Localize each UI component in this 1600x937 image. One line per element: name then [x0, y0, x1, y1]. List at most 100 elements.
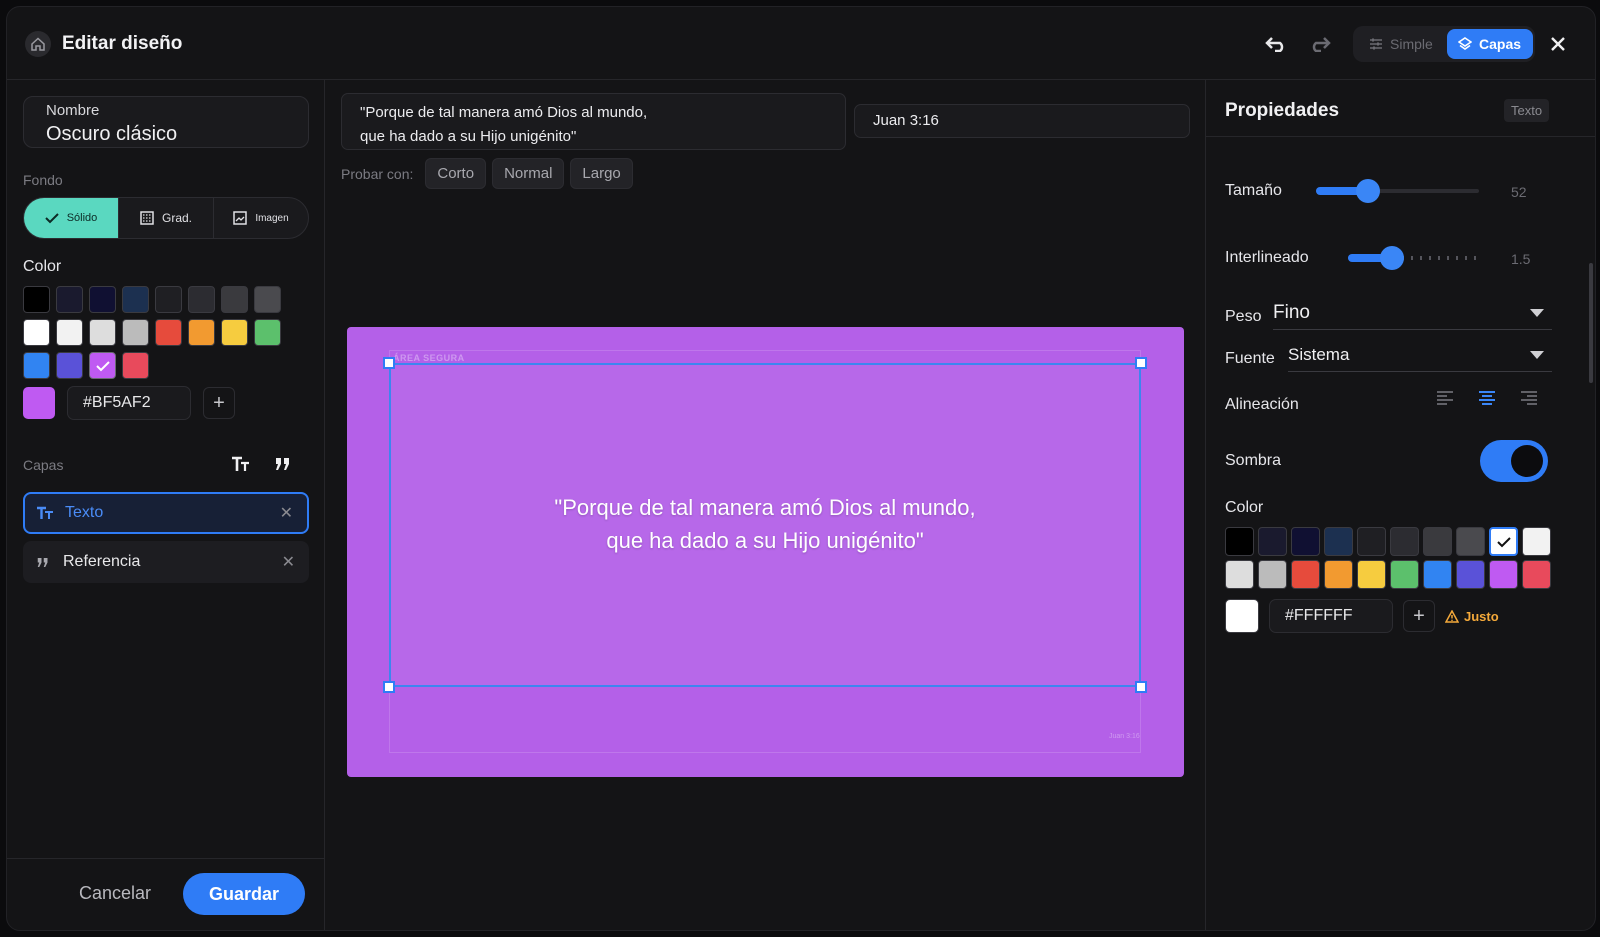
layer-referencia[interactable]: Referencia ✕	[23, 541, 309, 583]
color-swatch[interactable]	[221, 286, 248, 313]
redo-button[interactable]	[1307, 31, 1333, 57]
color-swatch[interactable]	[23, 352, 50, 379]
color-swatch[interactable]	[1489, 527, 1518, 556]
color-preview[interactable]	[23, 387, 55, 419]
save-button[interactable]: Guardar	[183, 873, 305, 915]
color-swatch[interactable]	[89, 286, 116, 313]
tab-image[interactable]: Imagen	[214, 198, 308, 238]
color-swatch[interactable]	[1456, 527, 1485, 556]
text-hex-input[interactable]: #FFFFFF	[1269, 599, 1393, 633]
resize-handle-top-right[interactable]	[1135, 357, 1147, 369]
color-swatch[interactable]	[56, 352, 83, 379]
color-swatch[interactable]	[1258, 527, 1287, 556]
color-swatch[interactable]	[56, 319, 83, 346]
color-swatch[interactable]	[254, 286, 281, 313]
color-swatch[interactable]	[1324, 527, 1353, 556]
color-swatch[interactable]	[1423, 527, 1452, 556]
text-icon	[25, 506, 65, 520]
try-long-button[interactable]: Largo	[570, 158, 633, 189]
color-swatch[interactable]	[1357, 560, 1386, 589]
design-canvas[interactable]: ÁREA SEGURA "Porque de tal manera amó Di…	[347, 327, 1184, 777]
image-icon	[233, 211, 248, 225]
color-swatch[interactable]	[89, 319, 116, 346]
color-swatch[interactable]	[221, 319, 248, 346]
color-swatch[interactable]	[155, 319, 182, 346]
color-swatch[interactable]	[1390, 527, 1419, 556]
color-swatch[interactable]	[1522, 560, 1551, 589]
color-swatch[interactable]	[1225, 560, 1254, 589]
resize-handle-bottom-left[interactable]	[383, 681, 395, 693]
tab-solid[interactable]: Sólido	[24, 198, 119, 238]
color-swatch[interactable]	[1258, 560, 1287, 589]
plus-icon: +	[213, 391, 225, 414]
check-icon	[95, 360, 110, 371]
name-value[interactable]: Oscuro clásico	[46, 123, 177, 146]
background-color-swatches	[23, 286, 293, 379]
scrollbar[interactable]	[1589, 263, 1593, 383]
color-swatch[interactable]	[1225, 527, 1254, 556]
color-swatch[interactable]	[23, 286, 50, 313]
size-slider-thumb[interactable]	[1356, 179, 1380, 203]
mode-simple-label: Simple	[1390, 36, 1433, 52]
try-short-button[interactable]: Corto	[425, 158, 487, 189]
mode-simple-button[interactable]: Simple	[1359, 29, 1447, 59]
tab-gradient[interactable]: Grad.	[119, 198, 214, 238]
color-swatch[interactable]	[1324, 560, 1353, 589]
color-swatch[interactable]	[188, 319, 215, 346]
line-height-value: 1.5	[1511, 251, 1531, 267]
color-swatch[interactable]	[1423, 560, 1452, 589]
color-swatch[interactable]	[1291, 527, 1320, 556]
redo-icon	[1312, 37, 1331, 52]
color-swatch[interactable]	[1522, 527, 1551, 556]
add-quote-layer-button[interactable]	[275, 457, 291, 476]
hex-color-row: #BF5AF2 +	[23, 386, 235, 420]
verse-text-input[interactable]: "Porque de tal manera amó Dios al mundo,…	[341, 93, 846, 150]
mode-capas-button[interactable]: Capas	[1447, 29, 1533, 59]
align-center-icon[interactable]	[1478, 390, 1496, 406]
layer-texto[interactable]: Texto ✕	[23, 492, 309, 534]
color-swatch[interactable]	[254, 319, 281, 346]
undo-button[interactable]	[1263, 31, 1289, 57]
remove-layer-icon[interactable]: ✕	[280, 503, 293, 523]
try-normal-button[interactable]: Normal	[492, 158, 565, 189]
check-icon	[44, 213, 59, 224]
color-swatch[interactable]	[188, 286, 215, 313]
color-swatch[interactable]	[1489, 560, 1518, 589]
cancel-button[interactable]: Cancelar	[79, 883, 151, 904]
color-swatch[interactable]	[122, 319, 149, 346]
line-height-label: Interlineado	[1225, 249, 1309, 266]
color-swatch[interactable]	[89, 352, 116, 379]
color-swatch[interactable]	[122, 286, 149, 313]
shadow-toggle[interactable]	[1480, 440, 1548, 482]
align-right-icon[interactable]	[1520, 390, 1538, 406]
color-swatch[interactable]	[56, 286, 83, 313]
color-swatch[interactable]	[1357, 527, 1386, 556]
close-button[interactable]	[1547, 33, 1569, 55]
text-color-preview[interactable]	[1225, 599, 1259, 633]
weight-select[interactable]: Fino	[1273, 297, 1552, 330]
name-field[interactable]: Nombre Oscuro clásico	[23, 96, 309, 148]
line-height-slider-thumb[interactable]	[1380, 246, 1404, 270]
color-swatch[interactable]	[1291, 560, 1320, 589]
warning-icon	[1445, 609, 1459, 623]
color-swatch[interactable]	[1456, 560, 1485, 589]
font-select[interactable]: Sistema	[1288, 339, 1552, 372]
size-label: Tamaño	[1225, 182, 1282, 199]
color-swatch[interactable]	[23, 319, 50, 346]
hex-input[interactable]: #BF5AF2	[67, 386, 191, 420]
color-swatch[interactable]	[1390, 560, 1419, 589]
color-swatch[interactable]	[122, 352, 149, 379]
reference-input[interactable]: Juan 3:16	[854, 104, 1190, 138]
text-size-icon	[232, 456, 249, 471]
add-color-button[interactable]: +	[203, 387, 235, 419]
resize-handle-top-left[interactable]	[383, 357, 395, 369]
canvas-reference-text[interactable]: Juan 3:16	[1109, 733, 1140, 740]
add-text-color-button[interactable]: +	[1403, 600, 1435, 632]
layers-header: Capas	[23, 454, 309, 478]
resize-handle-bottom-right[interactable]	[1135, 681, 1147, 693]
remove-layer-icon[interactable]: ✕	[282, 552, 295, 572]
check-icon	[1496, 536, 1511, 547]
align-left-icon[interactable]	[1436, 390, 1454, 406]
color-swatch[interactable]	[155, 286, 182, 313]
add-text-layer-button[interactable]	[231, 456, 251, 477]
